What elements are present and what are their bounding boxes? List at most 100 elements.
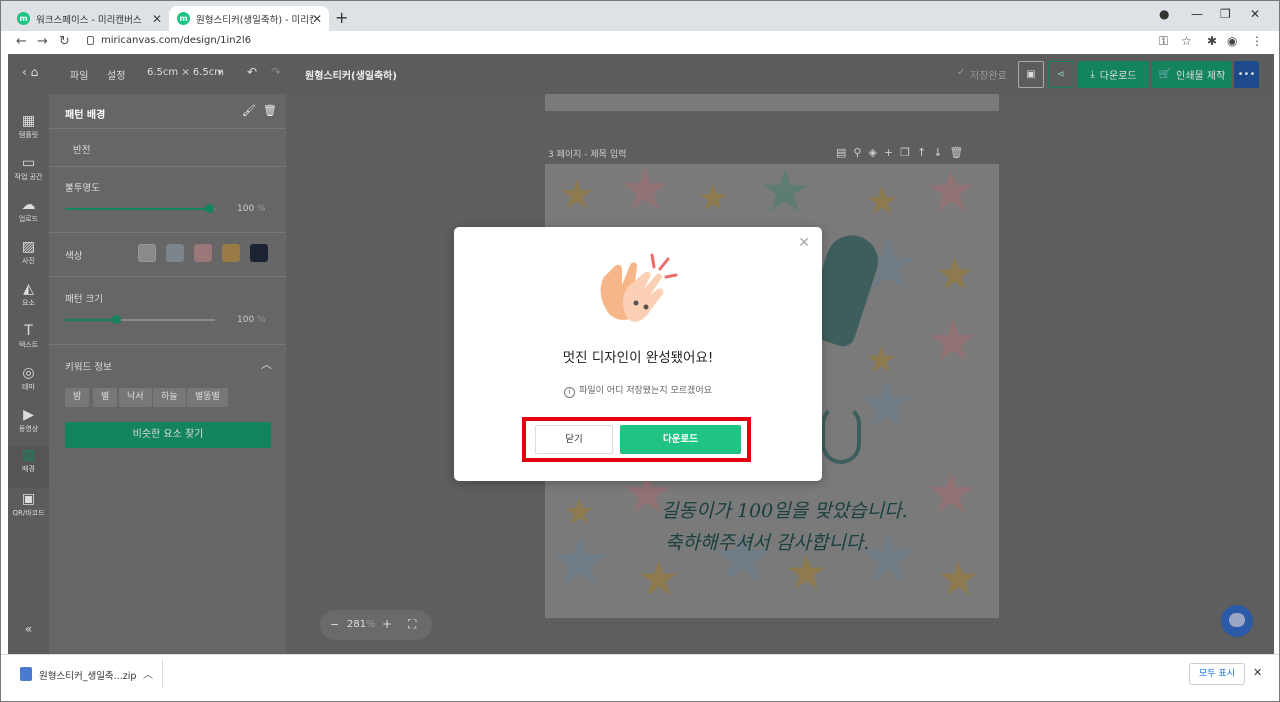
opacity-slider-handle[interactable] xyxy=(205,204,214,213)
save-button[interactable]: ▣ xyxy=(1018,61,1044,88)
download-button[interactable]: 다운로드 xyxy=(620,425,741,454)
divider xyxy=(49,166,286,167)
qr-icon: ▣ xyxy=(21,491,36,507)
file-options-chevron-icon[interactable]: ︿ xyxy=(143,666,153,681)
sidebar-item-upload[interactable]: ☁ 업로드 xyxy=(8,196,49,236)
zip-file-icon xyxy=(20,667,32,681)
account-icon[interactable]: ◉ xyxy=(1227,34,1237,48)
sidebar-item-workspace[interactable]: ▭ 작업 공간 xyxy=(8,154,49,194)
color-swatch-pink[interactable] xyxy=(194,244,212,262)
star-decoration: ★ xyxy=(549,520,612,602)
previous-page-bottom xyxy=(545,94,999,111)
color-label: 색상 xyxy=(65,251,83,262)
pattern-properties-panel: 패턴 배경 🖌 🗑 반전 불투명도 100 % 색상 패턴 크기 100 % 키… xyxy=(49,94,286,654)
keyword-chip[interactable]: 낙서 xyxy=(119,388,152,407)
document-title[interactable]: 원형스티커(생일축하) xyxy=(305,67,397,82)
find-similar-elements-button[interactable]: 비슷한 요소 찾기 xyxy=(65,422,271,448)
back-icon[interactable]: ← xyxy=(16,34,27,49)
paint-format-icon[interactable]: 🖌 xyxy=(242,104,256,117)
workspace-icon: ▭ xyxy=(21,155,36,171)
url-field[interactable]: miricanvas.com/design/1in2l6 xyxy=(101,35,251,46)
show-all-downloads-button[interactable]: 모두 표시 xyxy=(1189,663,1245,685)
home-icon[interactable]: ‹ ⌂ xyxy=(22,65,38,79)
file-location-help-link[interactable]: i 파일이 어디 저장됐는지 모르겠어요 xyxy=(454,383,822,398)
close-tab-icon[interactable]: ✕ xyxy=(152,12,162,26)
print-order-button[interactable]: 🛒 인쇄물 제작 xyxy=(1152,61,1232,88)
delete-icon[interactable]: 🗑 xyxy=(263,104,277,117)
collapse-chevron-icon[interactable]: ︿ xyxy=(261,356,272,372)
photo-icon: ▨ xyxy=(21,239,36,255)
elements-icon: ◭ xyxy=(23,281,34,297)
hairdryer-illustration-cord xyxy=(821,404,861,464)
modal-close-icon[interactable]: ✕ xyxy=(798,235,810,251)
menu-settings[interactable]: 설정 xyxy=(107,67,125,82)
keyword-chip[interactable]: 밤 xyxy=(65,388,90,407)
zoom-out-icon[interactable]: − xyxy=(330,618,339,631)
invert-button[interactable]: 반전 xyxy=(73,142,90,156)
menu-file[interactable]: 파일 xyxy=(70,67,88,82)
key-icon[interactable]: ⚿ xyxy=(1159,34,1168,49)
minimize-icon[interactable]: — xyxy=(1191,7,1203,21)
close-tab-icon[interactable]: ✕ xyxy=(312,12,322,26)
more-menu-icon[interactable]: ⋮ xyxy=(1251,34,1263,48)
page-label[interactable]: 3 페이지 - 제목 입력 xyxy=(548,147,626,160)
browser-tab-workspace[interactable]: m 워크스페이스 - 미리캔버스 ✕ xyxy=(9,6,169,31)
forward-icon[interactable]: → xyxy=(37,34,48,49)
divider xyxy=(49,344,286,345)
sidebar-item-video[interactable]: ▶ 동영상 xyxy=(8,406,49,446)
sidebar-item-elements[interactable]: ◭ 요소 xyxy=(8,280,49,320)
star-decoration: ★ xyxy=(925,459,977,527)
window-close-icon[interactable]: ✕ xyxy=(1250,7,1260,21)
share-button[interactable]: ⋖ xyxy=(1048,61,1074,88)
sidebar-item-theme[interactable]: ◎ 테마 xyxy=(8,364,49,404)
color-swatch-navy[interactable] xyxy=(250,244,268,262)
sidebar-item-photo[interactable]: ▨ 사진 xyxy=(8,238,49,278)
star-decoration: ★ xyxy=(857,366,917,443)
bookmark-star-icon[interactable]: ☆ xyxy=(1181,34,1192,48)
sidebar-item-background[interactable]: ▧ 배경 xyxy=(8,446,49,488)
sidebar-item-qr[interactable]: ▣ QR/바코드 xyxy=(8,490,49,530)
keyword-chip[interactable]: 별똥별 xyxy=(187,388,228,407)
lock-icon[interactable] xyxy=(87,36,94,45)
profile-menu-icon[interactable]: ● xyxy=(1159,7,1169,21)
zoom-level[interactable]: 281 xyxy=(347,619,366,630)
download-header-button[interactable]: ⤓ 다운로드 xyxy=(1078,61,1149,88)
undo-icon[interactable]: ↶ xyxy=(247,65,257,79)
opacity-slider[interactable] xyxy=(65,204,215,213)
miricanvas-favicon-icon: m xyxy=(17,12,30,25)
zoom-in-icon[interactable]: + xyxy=(382,617,392,631)
screenshot-frame: m 워크스페이스 - 미리캔버스 ✕ m 원형스티커(생일축하) - 미리캔버스… xyxy=(0,0,1280,702)
pattern-size-slider-handle[interactable] xyxy=(112,315,121,324)
more-options-button[interactable]: ••• xyxy=(1234,61,1259,88)
app-header: ‹ ⌂ 파일 설정 6.5cm × 6.5cm ▾ ↶ ↷ 원형스티커(생일축하… xyxy=(8,54,1274,94)
pattern-size-value[interactable]: 100 xyxy=(237,315,254,325)
browser-tab-strip: m 워크스페이스 - 미리캔버스 ✕ m 원형스티커(생일축하) - 미리캔버스… xyxy=(1,1,1279,31)
info-icon: i xyxy=(564,387,576,398)
greeting-line-1[interactable]: 길동이가 100일을 맞았습니다. xyxy=(661,496,908,523)
new-tab-icon[interactable]: + xyxy=(335,8,348,27)
browser-tab-design[interactable]: m 원형스티커(생일축하) - 미리캔버스 ✕ xyxy=(169,6,329,31)
keyword-chip[interactable]: 하늘 xyxy=(153,388,186,407)
extensions-icon[interactable]: ✱ xyxy=(1207,34,1217,48)
color-swatch-orange[interactable] xyxy=(222,244,240,262)
color-swatch-white[interactable] xyxy=(138,244,156,262)
downloaded-file-name[interactable]: 원형스티커_생일축...zip xyxy=(39,668,136,682)
star-decoration: ★ xyxy=(927,307,979,375)
restore-icon[interactable]: ❐ xyxy=(1220,7,1231,21)
fit-screen-icon[interactable]: ⛶ xyxy=(408,617,416,632)
size-selector[interactable]: 6.5cm × 6.5cm xyxy=(147,67,224,78)
address-bar: ← → ↻ miricanvas.com/design/1in2l6 ⚿ ☆ ✱… xyxy=(1,31,1279,53)
sidebar-item-template[interactable]: ▦ 템플릿 xyxy=(8,112,49,152)
close-button[interactable]: 닫기 xyxy=(535,425,613,454)
pattern-size-slider[interactable] xyxy=(65,315,215,324)
opacity-value[interactable]: 100 xyxy=(237,204,254,214)
color-swatch-gray-blue[interactable] xyxy=(166,244,184,262)
sidebar-item-text[interactable]: T 텍스트 xyxy=(8,322,49,362)
size-dropdown-icon[interactable]: ▾ xyxy=(218,68,222,77)
chat-support-button[interactable] xyxy=(1221,605,1253,637)
redo-icon[interactable]: ↷ xyxy=(271,65,281,79)
greeting-line-2[interactable]: 축하해주셔서 감사합니다. xyxy=(665,528,869,555)
reload-icon[interactable]: ↻ xyxy=(59,34,70,49)
close-download-bar-icon[interactable]: ✕ xyxy=(1253,666,1262,679)
keyword-chip[interactable]: 별 xyxy=(93,388,118,407)
